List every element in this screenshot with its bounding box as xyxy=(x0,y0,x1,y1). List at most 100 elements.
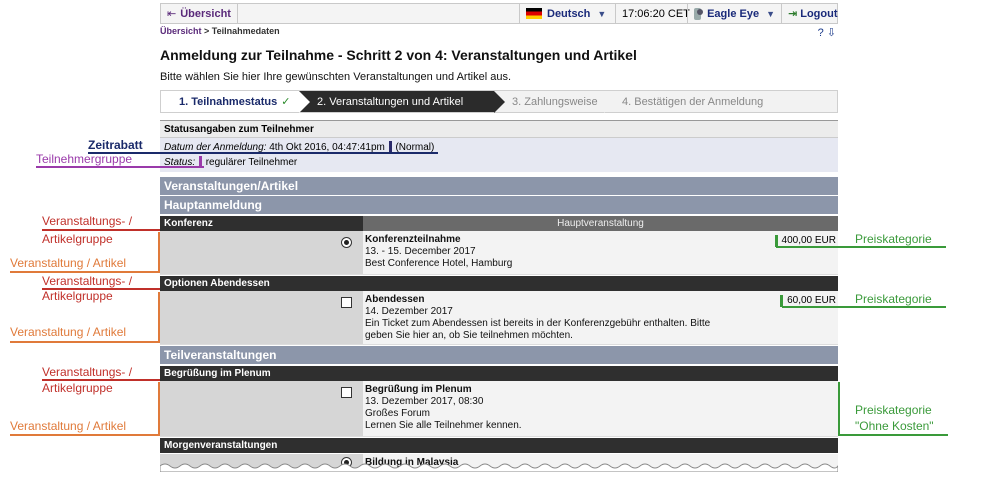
status-body: Datum der Anmeldung: 4th Okt 2016, 04:47… xyxy=(160,138,838,172)
item-description: Ein Ticket zum Abendessen ist bereits in… xyxy=(365,318,711,329)
annotation-line-veranstaltung-3 xyxy=(10,434,160,436)
item-name: Abendessen xyxy=(365,294,425,305)
item-name: Konferenzteilnahme xyxy=(365,234,461,245)
logout-button[interactable]: ⇥ Logout xyxy=(781,4,837,23)
annotation-bracket-3 xyxy=(158,382,160,436)
annotation-line-preis-3 xyxy=(838,434,948,436)
wizard-step-label: 4. Bestätigen der Anmeldung xyxy=(622,95,764,108)
item-location: Großes Forum xyxy=(365,408,431,419)
wizard-step-2: 2. Veranstaltungen und Artikel xyxy=(299,91,505,113)
wizard-step-label: 2. Veranstaltungen und Artikel xyxy=(317,95,464,108)
item-left-pane xyxy=(160,231,363,274)
german-flag-icon xyxy=(526,8,542,19)
item-date: 14. Dezember 2017 xyxy=(365,306,453,317)
breadcrumb: Übersicht > Teilnahmedaten ? ⇩ xyxy=(160,26,838,42)
wizard-step-3: 3. Zahlungsweise xyxy=(494,91,615,113)
annotation-gruppe-3a: Veranstaltungs- / xyxy=(42,365,133,379)
radio-konferenzteilnahme[interactable] xyxy=(341,237,352,248)
check-icon: ✓ xyxy=(281,96,291,108)
annotation-line-veranstaltung-1 xyxy=(10,271,160,273)
annotation-line-gruppe-1 xyxy=(42,229,160,231)
clock: 17:06:20 CET xyxy=(615,4,690,23)
item-location: Best Conference Hotel, Hamburg xyxy=(365,258,513,269)
annotation-veranstaltung-2: Veranstaltung / Artikel xyxy=(10,325,127,339)
annotation-line-gruppe-2 xyxy=(42,288,160,290)
item-content: Begrüßung im Plenum 13. Dezember 2017, 0… xyxy=(365,384,522,432)
user-name: Eagle Eye xyxy=(707,7,760,20)
page-title: Anmeldung zur Teilnahme - Schritt 2 von … xyxy=(160,47,637,63)
back-label: Übersicht xyxy=(180,7,231,20)
language-label: Deutsch xyxy=(547,7,591,20)
item-description: Lernen Sie alle Teilnehmer kennen. xyxy=(365,420,522,431)
annotation-gruppe-2a: Veranstaltungs- / xyxy=(42,274,133,288)
annotation-preiskategorie-2: Preiskategorie xyxy=(855,292,932,306)
chevron-down-icon: ▼ xyxy=(597,8,607,19)
annotation-line-zeitrabatt xyxy=(88,152,438,154)
annotation-bracket-1 xyxy=(158,232,160,272)
clock-time: 17:06:20 CET xyxy=(622,7,690,20)
item-konferenzteilnahme: Konferenzteilnahme 13. - 15. December 20… xyxy=(160,231,838,275)
annotation-gruppe-1b: Artikelgruppe xyxy=(42,232,113,246)
breadcrumb-current: Teilnahmedaten xyxy=(211,26,280,36)
wizard-step-1[interactable]: 1. Teilnahmestatus ✓ xyxy=(161,91,310,113)
annotation-bracket-2 xyxy=(158,292,160,343)
logout-label: Logout xyxy=(800,7,838,20)
annotation-veranstaltung-1: Veranstaltung / Artikel xyxy=(10,256,127,270)
breadcrumb-separator: > xyxy=(201,26,212,36)
wizard-step-4: 4. Bestätigen der Anmeldung xyxy=(604,91,837,112)
chevron-down-icon: ▼ xyxy=(766,8,775,19)
group-abendessen: Optionen Abendessen xyxy=(160,276,838,291)
item-content: Abendessen 14. Dezember 2017 Ein Ticket … xyxy=(365,294,710,342)
annotation-teilnehmergruppe: Teilnehmergruppe xyxy=(36,152,133,166)
annotation-gruppe-1a: Veranstaltungs- / xyxy=(42,214,133,228)
step-arrow xyxy=(604,91,615,113)
annotation-gruppe-2b: Artikelgruppe xyxy=(42,289,113,303)
language-select[interactable]: Deutsch ▼ xyxy=(519,4,615,23)
step-arrow xyxy=(494,91,505,113)
annotation-line-gruppe-3 xyxy=(42,379,160,381)
item-left-pane xyxy=(160,291,363,344)
annotation-line-preis-2 xyxy=(782,306,946,308)
back-to-overview-link[interactable]: ⇤ Übersicht xyxy=(161,4,237,23)
section-hauptanmeldung: Hauptanmeldung xyxy=(160,196,838,214)
torn-edge xyxy=(160,463,838,472)
item-name: Begrüßung im Plenum xyxy=(365,384,472,395)
page-subtitle: Bitte wählen Sie hier Ihre gewünschten V… xyxy=(160,71,512,83)
topbar-spacer xyxy=(236,4,519,23)
checkbox-begruessung[interactable] xyxy=(341,387,352,398)
top-bar: ⇤ Übersicht Deutsch ▼ 17:06:20 CET Eagle… xyxy=(160,3,838,24)
annotation-preiskategorie-3a: Preiskategorie xyxy=(855,403,932,417)
checkbox-abendessen[interactable] xyxy=(341,297,352,308)
annotation-line-veranstaltung-2 xyxy=(10,341,160,343)
group-konferenz: Konferenz Hauptveranstaltung xyxy=(160,216,838,231)
item-content: Konferenzteilnahme 13. - 15. December 20… xyxy=(365,234,512,270)
logout-icon: ⇥ xyxy=(788,8,798,20)
annotation-preiskategorie-1: Preiskategorie xyxy=(855,232,932,246)
group-plenum: Begrüßung im Plenum xyxy=(160,366,838,381)
wizard-step-label: 3. Zahlungsweise xyxy=(512,95,598,108)
user-icon xyxy=(694,7,704,20)
breadcrumb-root-link[interactable]: Übersicht xyxy=(160,26,202,36)
user-menu[interactable]: Eagle Eye ▼ xyxy=(687,4,781,23)
annotation-preiskategorie-3b: "Ohne Kosten" xyxy=(855,419,934,433)
item-date: 13. - 15. December 2017 xyxy=(365,246,476,257)
annotation-line-teilnehmergruppe xyxy=(36,166,204,168)
annotation-veranstaltung-3: Veranstaltung / Artikel xyxy=(10,419,127,433)
annotation-line-preis-1 xyxy=(776,246,946,248)
item-date: 13. Dezember 2017, 08:30 xyxy=(365,396,484,407)
back-arrow-icon: ⇤ xyxy=(167,8,177,20)
section-veranstaltungen: Veranstaltungen/Artikel xyxy=(160,177,838,195)
wizard-steps: 1. Teilnahmestatus ✓ 2. Veranstaltungen … xyxy=(160,90,838,113)
item-description-2: geben Sie hier an, ob Sie teilnehmen möc… xyxy=(365,330,573,341)
group-column-header: Hauptveranstaltung xyxy=(363,216,838,231)
section-teilveranstaltungen: Teilveranstaltungen xyxy=(160,346,838,364)
annotation-zeitrabatt: Zeitrabatt xyxy=(88,138,143,152)
item-left-pane xyxy=(160,381,363,436)
item-begruessung: Begrüßung im Plenum 13. Dezember 2017, 0… xyxy=(160,381,838,437)
annotation-bracket-preis-3 xyxy=(838,382,840,436)
step-arrow xyxy=(299,91,310,113)
help-download-icons[interactable]: ? ⇩ xyxy=(818,26,836,39)
item-abendessen: Abendessen 14. Dezember 2017 Ein Ticket … xyxy=(160,291,838,345)
wizard-step-label: 1. Teilnahmestatus xyxy=(179,95,278,108)
annotation-gruppe-3b: Artikelgruppe xyxy=(42,381,113,395)
